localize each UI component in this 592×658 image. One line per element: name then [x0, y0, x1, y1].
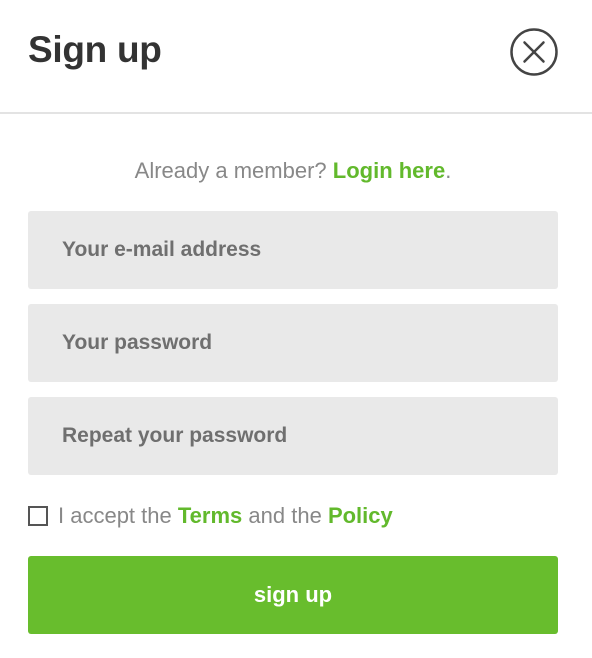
accept-terms-checkbox[interactable] — [28, 506, 48, 526]
email-field-wrapper — [28, 211, 558, 289]
terms-link[interactable]: Terms — [178, 503, 242, 529]
close-button[interactable] — [510, 28, 558, 76]
close-icon — [510, 28, 558, 76]
email-field[interactable] — [28, 211, 558, 289]
repeat-password-field[interactable] — [28, 397, 558, 475]
signup-modal: Sign up Already a member? Login here. I … — [0, 0, 592, 658]
terms-row: I accept the Terms and the Policy — [28, 500, 393, 532]
modal-title: Sign up — [28, 29, 162, 70]
login-link[interactable]: Login here — [333, 158, 445, 183]
already-member-text: Already a member? — [134, 158, 327, 183]
terms-prefix: I accept the — [58, 503, 172, 528]
member-suffix: . — [445, 158, 452, 183]
repeat-password-field-wrapper — [28, 397, 558, 475]
sign-up-button[interactable]: sign up — [28, 556, 558, 634]
password-field-wrapper — [28, 304, 558, 382]
terms-middle: and the — [248, 503, 322, 528]
policy-link[interactable]: Policy — [328, 503, 393, 529]
password-field[interactable] — [28, 304, 558, 382]
already-member-line: Already a member? Login here. — [0, 155, 586, 187]
modal-header: Sign up — [0, 0, 592, 114]
